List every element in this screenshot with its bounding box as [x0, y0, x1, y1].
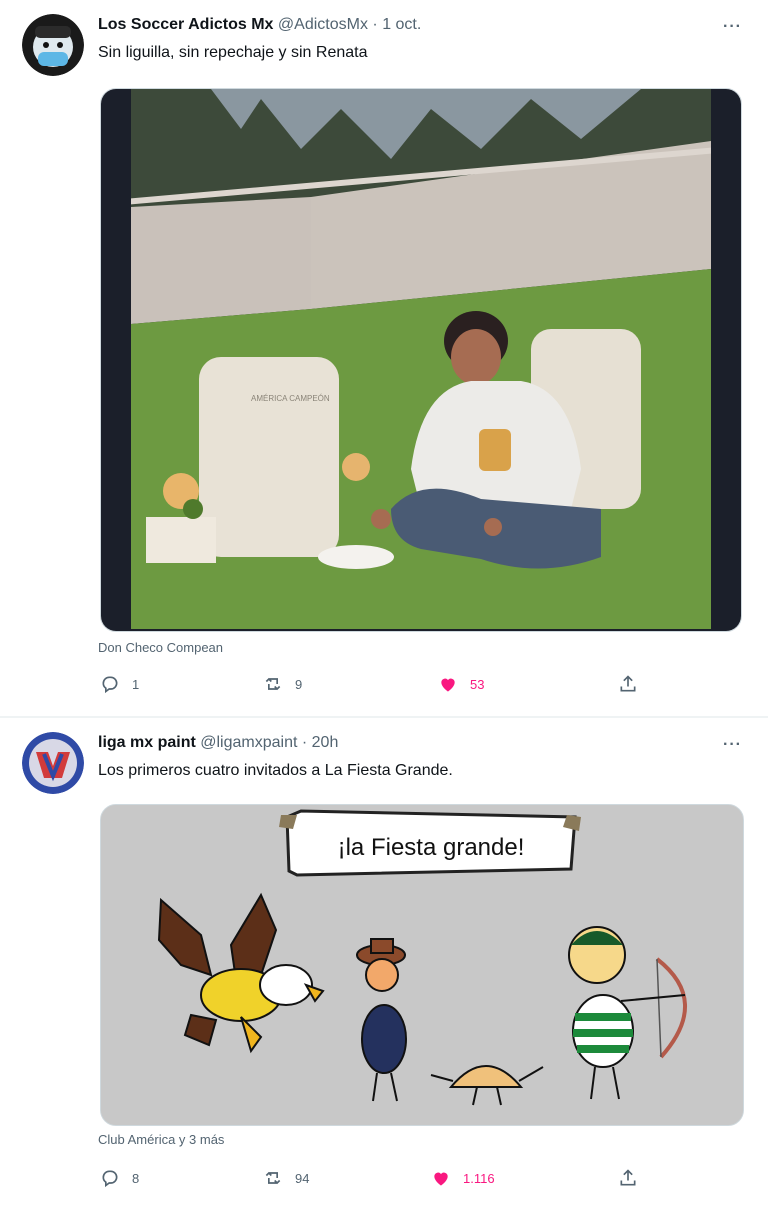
- like-icon: [434, 1172, 448, 1186]
- svg-text:AMÉRICA CAMPEÓN: AMÉRICA CAMPEÓN: [251, 394, 330, 403]
- author-handle[interactable]: @AdictosMx: [278, 16, 368, 33]
- reply-icon: [102, 676, 118, 694]
- tweet-text: Sin liguilla, sin repechaje y sin Renata: [98, 44, 368, 61]
- fiesta-grande-drawing: ¡la Fiesta grande!: [101, 805, 743, 1125]
- author-name[interactable]: liga mx paint: [98, 734, 196, 751]
- retweet-count: 9: [295, 676, 303, 692]
- author-name[interactable]: Los Soccer Adictos Mx: [98, 16, 273, 33]
- tweet-media-photo[interactable]: AMÉRICA CAMPEÓN: [100, 88, 742, 632]
- more-icon[interactable]: ···: [723, 736, 742, 754]
- share-button[interactable]: [618, 674, 638, 694]
- reply-icon: [102, 1170, 118, 1188]
- tweet-header: Los Soccer Adictos Mx @AdictosMx · 1 oct…: [98, 16, 421, 34]
- like-icon: [441, 678, 455, 692]
- author-handle[interactable]: @ligamxpaint: [200, 734, 297, 751]
- reply-button[interactable]: 8: [100, 1168, 139, 1188]
- avatar-los-soccer-adictos[interactable]: [22, 14, 84, 76]
- tweet-text: Los primeros cuatro invitados a La Fiest…: [98, 762, 453, 779]
- retweet-icon: [265, 677, 281, 691]
- banner-text: ¡la Fiesta grande!: [338, 834, 525, 861]
- reply-count: 1: [132, 676, 140, 692]
- retweet-button[interactable]: 9: [263, 674, 302, 694]
- reply-button[interactable]: 1: [100, 674, 139, 694]
- tweet-actions: 8 94 1.116: [98, 1168, 658, 1198]
- retweet-button[interactable]: 94: [263, 1168, 309, 1188]
- media-tag[interactable]: Club América y 3 más: [98, 1132, 224, 1147]
- tweet-time[interactable]: 1 oct.: [382, 16, 421, 33]
- avatar-liga-mx-paint[interactable]: [22, 732, 84, 794]
- media-tag[interactable]: Don Checo Compean: [98, 640, 223, 655]
- like-count: 1.116: [463, 1170, 495, 1186]
- retweet-count: 94: [295, 1170, 310, 1186]
- like-button[interactable]: 1.116: [431, 1168, 495, 1188]
- retweet-icon: [265, 1171, 281, 1185]
- tweet-actions: 1 9 53: [98, 674, 658, 704]
- more-icon[interactable]: ···: [723, 18, 742, 36]
- share-icon: [620, 675, 636, 692]
- cemetery-photo: AMÉRICA CAMPEÓN: [101, 89, 741, 631]
- reply-count: 8: [132, 1170, 140, 1186]
- share-icon: [620, 1169, 636, 1186]
- separator-dot: ·: [301, 734, 308, 751]
- share-button[interactable]: [618, 1168, 638, 1188]
- like-count: 53: [470, 676, 485, 692]
- separator-dot: ·: [372, 16, 378, 33]
- tweet-2[interactable]: liga mx paint @ligamxpaint · 20h ··· Los…: [0, 718, 768, 1213]
- tweet-1[interactable]: Los Soccer Adictos Mx @AdictosMx · 1 oct…: [0, 0, 768, 716]
- tweet-header: liga mx paint @ligamxpaint · 20h: [98, 734, 338, 752]
- tweet-media-drawing[interactable]: ¡la Fiesta grande!: [100, 804, 744, 1126]
- like-button[interactable]: 53: [438, 674, 484, 694]
- tweet-time[interactable]: 20h: [312, 734, 339, 751]
